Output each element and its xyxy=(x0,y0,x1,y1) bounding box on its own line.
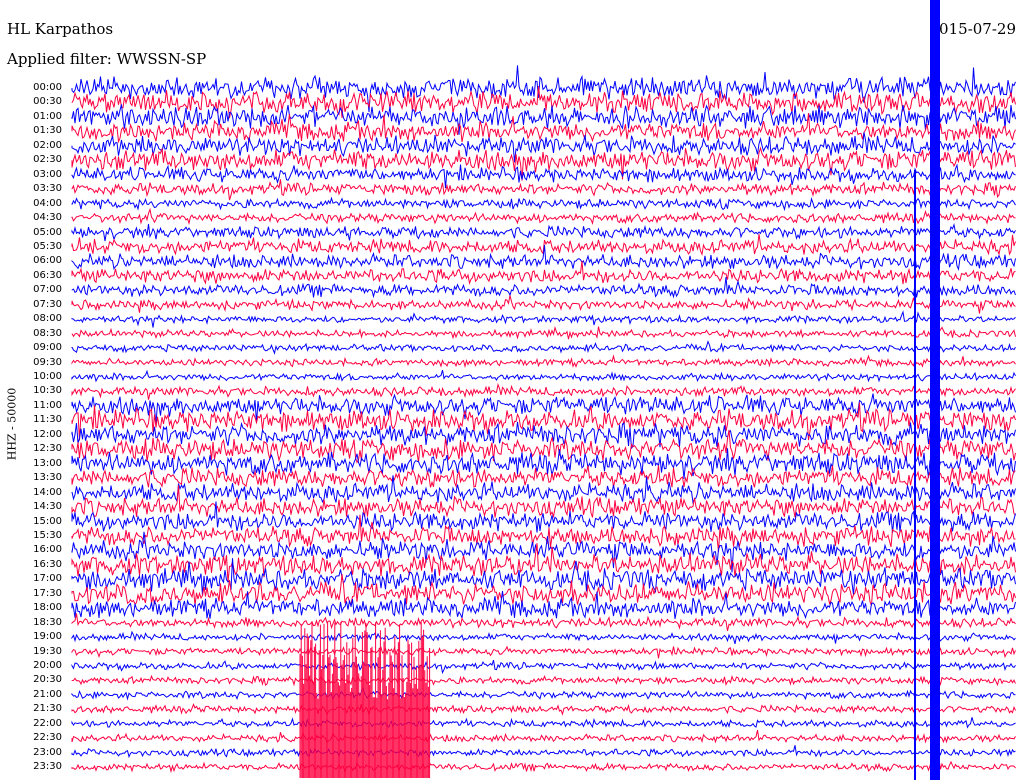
vertical-spike-line xyxy=(914,170,916,780)
trace-row xyxy=(71,369,1016,383)
trace-row xyxy=(71,630,1016,645)
trace-row xyxy=(71,276,1016,299)
earthquake-burst xyxy=(299,621,431,778)
trace-row xyxy=(71,674,1016,687)
trace-row xyxy=(71,465,1016,488)
trace-row xyxy=(71,759,1016,774)
trace-row xyxy=(71,207,1016,226)
trace-row xyxy=(71,112,1016,144)
trace-row xyxy=(71,745,1016,759)
vertical-spike-band xyxy=(930,0,940,780)
trace-row xyxy=(71,196,1016,212)
trace-row xyxy=(71,222,1016,242)
trace-row xyxy=(71,179,1016,201)
trace-row xyxy=(71,558,1016,596)
trace-row xyxy=(71,703,1016,717)
trace-row xyxy=(71,340,1016,355)
trace-row xyxy=(71,310,1016,328)
trace-row xyxy=(71,354,1016,369)
trace-row xyxy=(71,613,1016,632)
trace-row xyxy=(71,325,1016,340)
trace-row xyxy=(71,659,1016,675)
trace-row xyxy=(71,295,1016,314)
trace-row xyxy=(71,717,1016,729)
trace-row xyxy=(71,729,1016,744)
trace-row xyxy=(71,645,1016,659)
helicorder-plot xyxy=(71,0,1016,780)
trace-row xyxy=(71,687,1016,701)
